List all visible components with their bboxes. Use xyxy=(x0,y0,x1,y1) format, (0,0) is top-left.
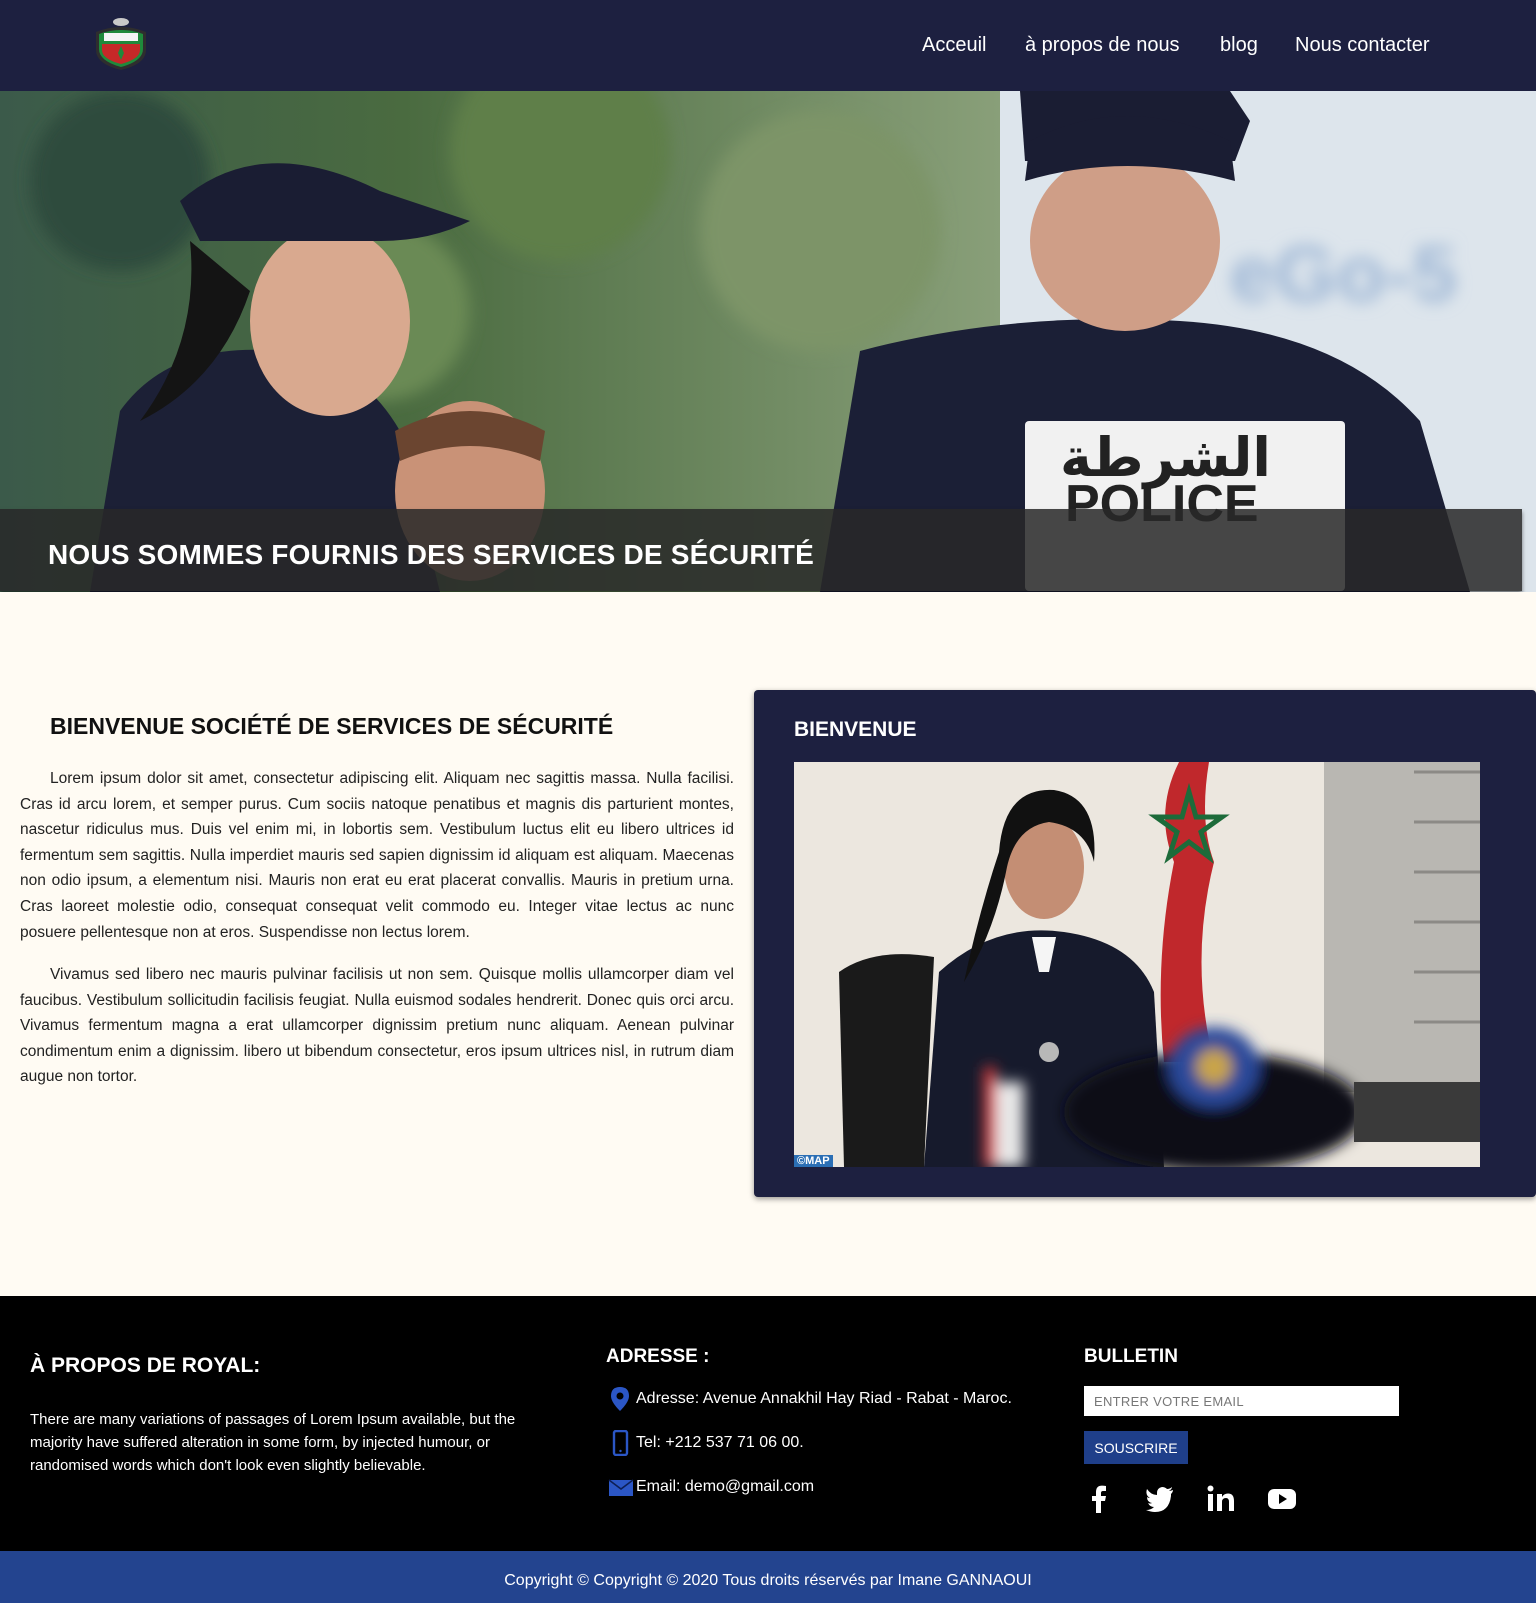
footer-email-line: Email: demo@gmail.com xyxy=(608,1474,814,1500)
welcome-title: BIENVENUE SOCIÉTÉ DE SERVICES DE SÉCURIT… xyxy=(50,713,614,739)
site-header: Acceuil à propos de nous blog Nous conta… xyxy=(0,0,1536,91)
nav-a-propos[interactable]: à propos de nous xyxy=(1025,34,1180,57)
newsletter-email-input[interactable] xyxy=(1084,1386,1399,1416)
site-footer: À PROPOS DE ROYAL: There are many variat… xyxy=(0,1296,1536,1551)
card-title: BIENVENUE xyxy=(794,718,917,741)
hero-banner-image: eGo-5 الشرطة POLICE NOUS SOMMES FOURNIS … xyxy=(0,91,1536,592)
welcome-paragraph-2: Vivamus sed libero nec mauris pulvinar f… xyxy=(20,966,734,1086)
photo-credit-tag: ©MAP xyxy=(794,1155,833,1167)
location-pin-icon xyxy=(608,1386,632,1412)
twitter-icon[interactable] xyxy=(1145,1484,1175,1514)
footer-phone: Tel: +212 537 71 06 00. xyxy=(636,1434,804,1451)
footer-about-title: À PROPOS DE ROYAL: xyxy=(30,1354,261,1377)
svg-text:eGo-5: eGo-5 xyxy=(1230,229,1457,318)
footer-address-title: ADRESSE : xyxy=(606,1346,710,1367)
welcome-paragraph-1: Lorem ipsum dolor sit amet, consectetur … xyxy=(20,770,734,941)
nav-contact[interactable]: Nous contacter xyxy=(1295,34,1430,57)
subscribe-button[interactable]: SOUSCRIRE xyxy=(1084,1431,1188,1464)
youtube-icon[interactable] xyxy=(1267,1484,1297,1514)
envelope-icon xyxy=(608,1474,634,1500)
police-emblem-logo[interactable] xyxy=(90,16,152,72)
social-links xyxy=(1084,1484,1328,1514)
officer-portrait-photo: ©MAP xyxy=(794,762,1480,1167)
nav-accueil[interactable]: Acceuil xyxy=(922,34,986,57)
footer-address-line: Adresse: Avenue Annakhil Hay Riad - Raba… xyxy=(608,1386,1012,1412)
mobile-phone-icon xyxy=(608,1429,632,1457)
footer-email[interactable]: Email: demo@gmail.com xyxy=(636,1478,814,1496)
hero-title: NOUS SOMMES FOURNIS DES SERVICES DE SÉCU… xyxy=(48,539,814,570)
facebook-icon[interactable] xyxy=(1084,1484,1114,1514)
nav-blog[interactable]: blog xyxy=(1220,34,1258,57)
hero-caption-bar: NOUS SOMMES FOURNIS DES SERVICES DE SÉCU… xyxy=(0,509,1522,591)
footer-about-text: There are many variations of passages of… xyxy=(30,1411,516,1474)
footer-phone-line: Tel: +212 537 71 06 00. xyxy=(608,1429,804,1457)
linkedin-icon[interactable] xyxy=(1206,1484,1236,1514)
footer-address: Adresse: Avenue Annakhil Hay Riad - Raba… xyxy=(636,1390,1012,1407)
copyright-bar: Copyright © Copyright © 2020 Tous droits… xyxy=(0,1551,1536,1603)
newsletter-title: BULLETIN xyxy=(1084,1346,1178,1367)
welcome-card: BIENVENUE ©MAP xyxy=(754,690,1536,1197)
